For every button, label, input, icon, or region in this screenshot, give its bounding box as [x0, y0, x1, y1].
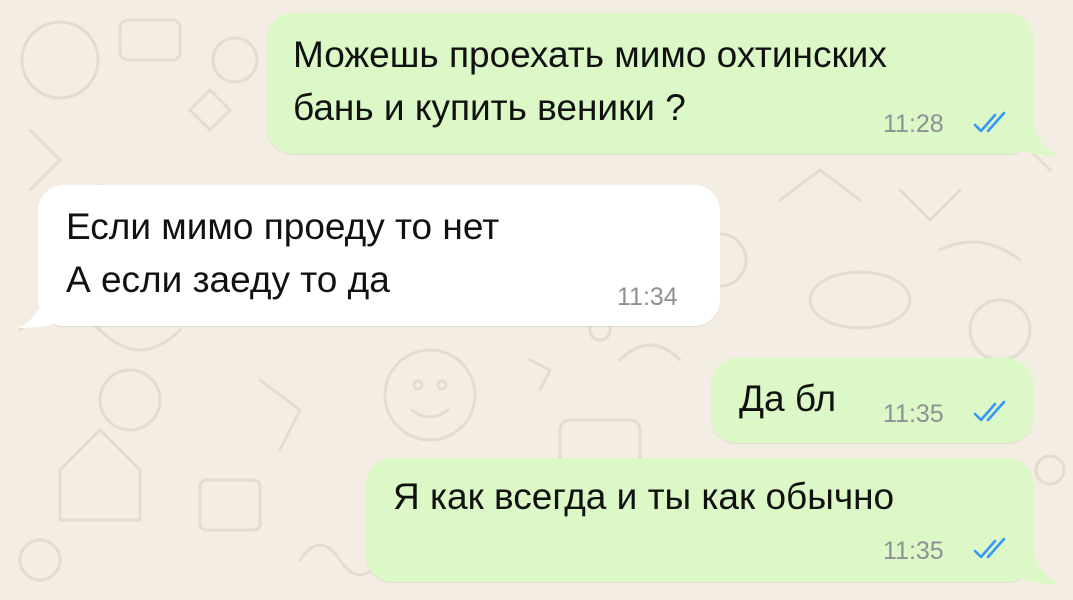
double-check-icon — [973, 111, 1006, 133]
message-timestamp: 11:35 — [883, 537, 944, 565]
outgoing-bubble-tail — [1015, 552, 1059, 584]
incoming-bubble-tail — [18, 296, 62, 328]
message-text-line: Я как всегда и ты как обычно — [393, 476, 895, 517]
double-check-icon — [973, 400, 1006, 422]
message-text-line: А если заеду то да — [66, 259, 390, 300]
message-text-line: Если мимо проеду то нет — [66, 206, 500, 247]
message-timestamp: 11:34 — [617, 283, 678, 311]
double-check-icon — [973, 537, 1006, 559]
message-text-line: бань и купить веники ? — [293, 87, 686, 128]
message-text-line: Можешь проехать мимо охтинских — [293, 34, 887, 75]
message-text-line: Да бл — [739, 378, 837, 419]
message-timestamp: 11:28 — [883, 110, 944, 138]
outgoing-bubble-tail — [1015, 124, 1059, 156]
message-timestamp: 11:35 — [883, 400, 944, 428]
